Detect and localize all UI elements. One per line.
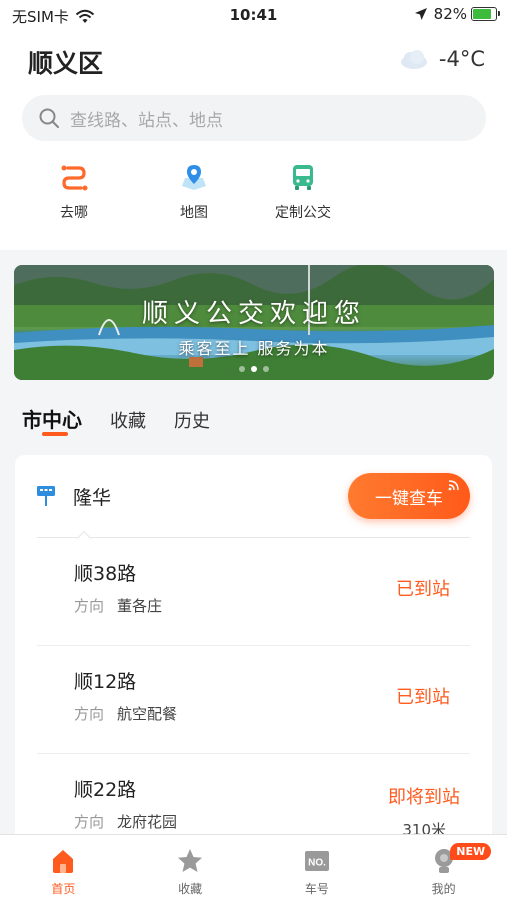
carousel-dots — [14, 366, 494, 372]
temperature: -4°C — [438, 47, 485, 71]
direction-label: 方向 — [74, 705, 105, 723]
bus-number-icon: NO. — [304, 851, 329, 871]
banner-subtitle: 乘客至上 服务为本 — [178, 339, 330, 358]
banner-title: 顺义公交欢迎您 — [141, 299, 366, 329]
quick-action-label: 地图 — [180, 205, 208, 221]
search-placeholder: 查线路、站点、地点 — [70, 110, 223, 131]
map-pin-icon — [182, 165, 206, 190]
home-icon — [53, 850, 74, 873]
battery-icon — [471, 7, 500, 21]
bus-icon — [293, 165, 313, 190]
query-bus-button[interactable]: 一键查车 — [348, 473, 470, 519]
status-bar: 无SIM卡 10:41 82% — [0, 0, 507, 32]
route-name: 顺22路 — [74, 779, 137, 801]
nav-label: 车号 — [304, 882, 329, 896]
tab-bar: 市中心 收藏 历史 — [22, 404, 210, 433]
route-direction: 董各庄 — [117, 597, 163, 615]
battery-fill — [473, 9, 492, 19]
quick-action-custom-bus[interactable]: 定制公交 — [258, 162, 348, 222]
cloud-icon — [400, 50, 427, 69]
tab-history[interactable]: 历史 — [174, 407, 210, 433]
route-row[interactable]: 顺12路 方向 航空配餐 已到站 — [37, 647, 470, 755]
carousel-dot-active[interactable] — [251, 366, 257, 372]
tab-favorites[interactable]: 收藏 — [110, 407, 146, 433]
route-direction: 龙府花园 — [117, 813, 178, 831]
route-row[interactable]: 顺38路 方向 董各庄 已到站 — [37, 539, 470, 647]
stop-card: 隆华 一键查车 顺38路 方向 董各庄 已到站 顺12路 方向 航空配餐 已到站… — [15, 455, 492, 855]
route-divider — [37, 753, 470, 754]
stop-name: 隆华 — [73, 487, 112, 509]
star-icon — [178, 849, 203, 872]
nav-label: 收藏 — [178, 882, 203, 896]
search-icon — [39, 108, 59, 128]
battery-percent: 82% — [433, 5, 467, 23]
system-indicators: 82% — [414, 5, 500, 23]
route-name: 顺38路 — [74, 563, 137, 585]
carousel-dot[interactable] — [263, 366, 269, 372]
search-bar[interactable]: 查线路、站点、地点 — [22, 95, 486, 141]
direction-label: 方向 — [74, 813, 105, 831]
card-divider — [37, 537, 470, 538]
quick-action-label: 去哪 — [60, 205, 88, 221]
quick-action-label: 定制公交 — [275, 205, 331, 221]
nav-favorites[interactable]: 收藏 — [127, 835, 254, 900]
direction-label: 方向 — [74, 597, 105, 615]
quick-action-go[interactable]: 去哪 — [29, 162, 119, 222]
query-bus-label: 一键查车 — [375, 488, 443, 509]
arrival-status: 已到站 — [396, 687, 450, 708]
nav-profile[interactable]: 我的 NEW — [380, 835, 507, 900]
svg-text:NO.: NO. — [308, 858, 326, 869]
arrival-status: 已到站 — [396, 579, 450, 600]
weather-widget[interactable]: -4°C — [399, 47, 485, 71]
location-arrow-icon — [414, 8, 427, 20]
carousel-dot[interactable] — [239, 366, 245, 372]
nav-home[interactable]: 首页 — [0, 835, 127, 900]
active-tab-indicator — [42, 432, 68, 436]
bus-stop-icon — [37, 486, 55, 506]
route-name: 顺12路 — [74, 671, 137, 693]
tab-city-center[interactable]: 市中心 — [22, 404, 82, 433]
nav-label: 首页 — [51, 882, 76, 896]
route-icon — [61, 165, 88, 191]
quick-action-map[interactable]: 地图 — [149, 162, 239, 222]
location-title[interactable]: 顺义区 — [28, 44, 103, 80]
nav-bus-number[interactable]: NO. 车号 — [254, 835, 381, 900]
bottom-nav: 首页 收藏 NO. 车号 我的 NEW — [0, 834, 507, 900]
promo-banner[interactable]: 顺义公交欢迎您 乘客至上 服务为本 — [14, 265, 494, 380]
signal-icon — [448, 480, 459, 491]
new-badge: NEW — [450, 843, 492, 860]
arrival-status: 即将到站 — [388, 787, 460, 808]
route-divider — [37, 645, 470, 646]
nav-label: 我的 — [431, 882, 456, 896]
route-direction: 航空配餐 — [117, 705, 178, 723]
